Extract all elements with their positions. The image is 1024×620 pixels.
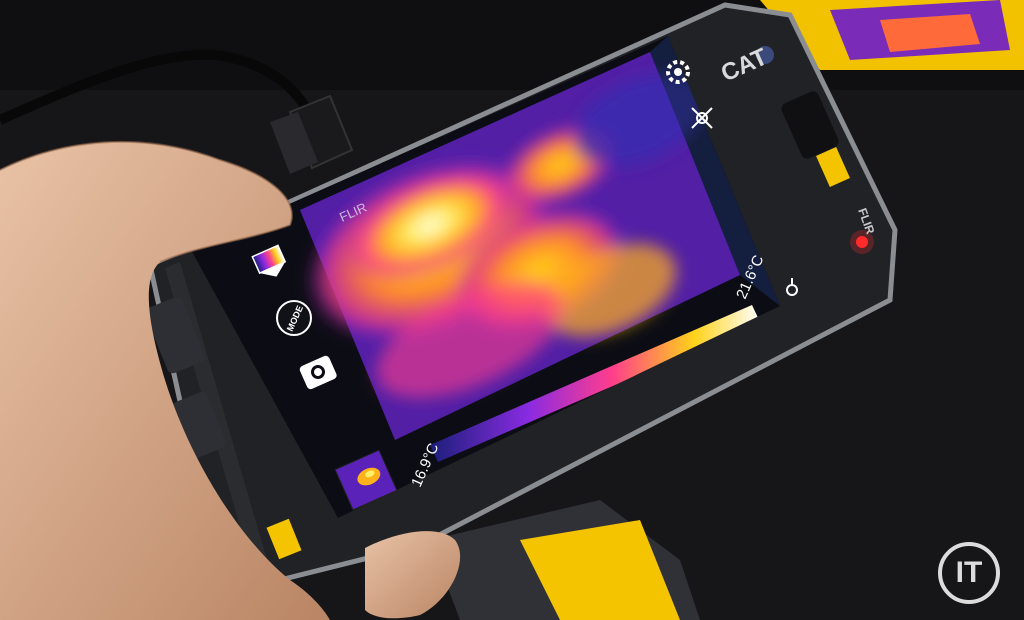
site-watermark-logo: IT (938, 542, 1000, 604)
photo-scene: CAT FLIR FLIR 21.6°C 16.9°C MODE (0, 0, 1024, 620)
mode-button[interactable]: MODE (276, 300, 312, 336)
